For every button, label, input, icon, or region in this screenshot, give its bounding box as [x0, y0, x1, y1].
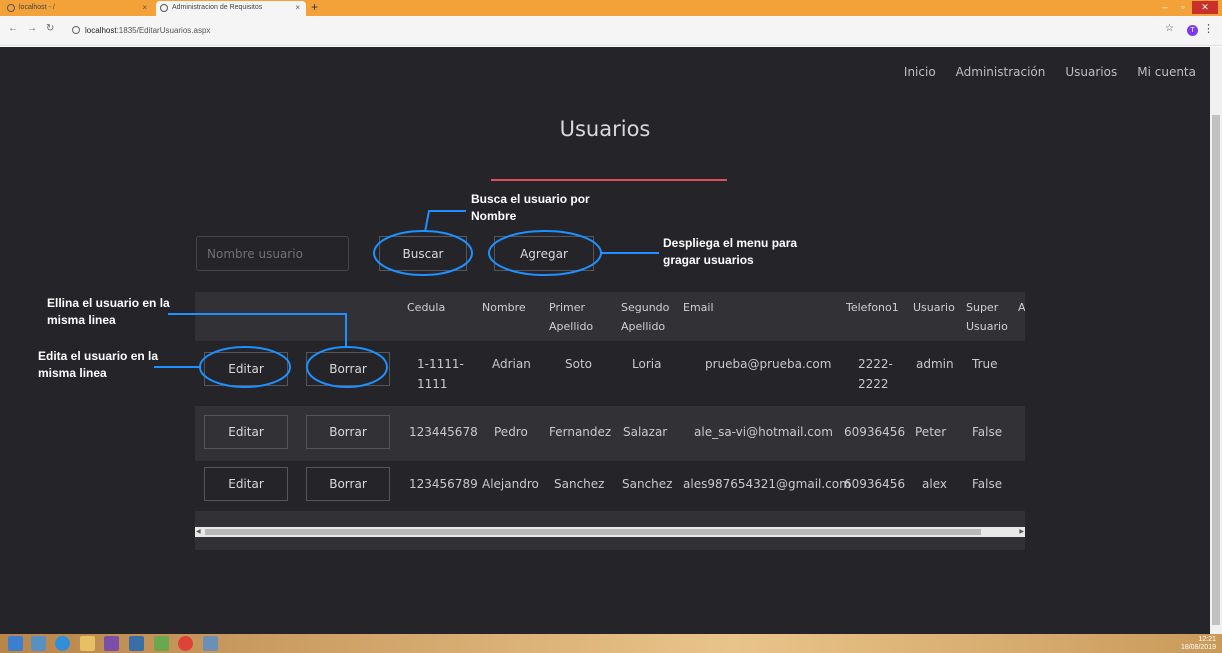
agregar-button[interactable]: Agregar	[494, 236, 594, 271]
bookmark-star-icon[interactable]: ☆	[1165, 23, 1174, 34]
header-usuario: Usuario	[913, 301, 955, 314]
table-header: Cedula Nombre Primer Apellido Segundo Apel…	[195, 292, 1025, 341]
cell-email: ales987654321@gmail.com	[683, 477, 851, 491]
cell-segundo-apellido: Loria	[632, 357, 662, 371]
cell-cedula: 123445678	[409, 425, 478, 439]
nav-mi-cuenta[interactable]: Mi cuenta	[1137, 65, 1196, 79]
address-bar: ← → ↻ localhost:1835/EditarUsuarios.aspx…	[0, 16, 1222, 46]
cell-super-usuario: True	[972, 357, 998, 371]
explorer-app-icon[interactable]	[31, 636, 46, 651]
scroll-left-icon[interactable]: ◀	[196, 528, 201, 535]
borrar-button[interactable]: Borrar	[306, 352, 390, 386]
cell-email: prueba@prueba.com	[705, 357, 832, 371]
buscar-annotation: Busca el usuario por Nombre	[471, 192, 590, 223]
table-row: Editar Borrar 123445678 Pedro Fernandez …	[195, 406, 1025, 461]
header-email: Email	[683, 301, 714, 314]
info-icon[interactable]	[72, 26, 80, 34]
scrollbar-thumb[interactable]	[1212, 115, 1220, 625]
network-app-icon[interactable]	[203, 636, 218, 651]
reload-icon[interactable]: ↻	[46, 23, 54, 34]
scroll-right-icon[interactable]: ▶	[1019, 528, 1024, 535]
tab-administracion[interactable]: Administracion de Requisitos ×	[156, 1, 306, 16]
paint-app-icon[interactable]	[154, 636, 169, 651]
cell-primer-apellido: Sanchez	[554, 477, 605, 491]
header-super-usuario: Super Usuario	[966, 301, 1008, 333]
buscar-button[interactable]: Buscar	[379, 236, 467, 271]
vertical-scrollbar[interactable]	[1210, 47, 1222, 634]
title-underline	[491, 179, 727, 181]
cell-primer-apellido: Fernandez	[549, 425, 612, 439]
close-tab-icon[interactable]: ×	[295, 1, 300, 15]
new-tab-button[interactable]: +	[311, 0, 318, 15]
browser-tab-bar: localhost - / × Administracion de Requis…	[0, 0, 1222, 16]
globe-icon	[160, 4, 168, 12]
borrar-button[interactable]: Borrar	[306, 467, 390, 501]
cell-telefono: 60936456	[844, 477, 906, 491]
cell-primer-apellido: Soto	[565, 357, 593, 371]
tab-label: Administracion de Requisitos	[172, 4, 263, 11]
tab-label: localhost - /	[19, 4, 55, 11]
editar-button[interactable]: Editar	[204, 352, 288, 386]
cell-telefono: 2222- 2222	[858, 357, 893, 391]
editar-button[interactable]: Editar	[204, 467, 288, 501]
cell-telefono: 60936456	[844, 425, 906, 439]
system-tray-clock[interactable]: 12:21 18/08/2019	[1181, 636, 1216, 652]
nav-inicio[interactable]: Inicio	[904, 65, 936, 79]
close-window-icon[interactable]: ✕	[1192, 1, 1218, 14]
borrar-button[interactable]: Borrar	[306, 415, 390, 449]
cell-email: ale_sa-vi@hotmail.com	[694, 425, 833, 439]
sql-server-icon[interactable]	[129, 636, 144, 651]
horizontal-scrollbar[interactable]: ◀ ▶	[195, 527, 1025, 537]
header-primer-apellido: Primer Apellido	[549, 301, 594, 333]
cell-cedula: 123456789	[409, 477, 478, 491]
page-body: Inicio Administración Usuarios Mi cuenta…	[0, 47, 1210, 634]
cell-cedula: 1-1111- 1111	[417, 357, 464, 391]
chrome-app-icon[interactable]	[178, 636, 193, 651]
cell-usuario: Peter	[915, 425, 947, 439]
editar-annotation: Edita el usuario en la misma linea	[38, 349, 159, 380]
header-extra: A	[1018, 301, 1025, 314]
top-navigation: Inicio Administración Usuarios Mi cuenta	[904, 65, 1196, 79]
cell-usuario: admin	[916, 357, 954, 371]
header-nombre: Nombre	[482, 301, 526, 314]
table-row: Editar Borrar 123456789 Alejandro Sanche…	[195, 461, 1025, 511]
cell-nombre: Pedro	[494, 425, 528, 439]
scrollbar-thumb[interactable]	[205, 529, 981, 535]
cell-nombre: Alejandro	[482, 477, 539, 491]
globe-icon	[7, 4, 15, 12]
maximize-icon[interactable]: ▫	[1174, 1, 1192, 14]
editar-button[interactable]: Editar	[204, 415, 288, 449]
cell-segundo-apellido: Sanchez	[622, 477, 673, 491]
search-input[interactable]	[196, 236, 349, 271]
windows-start-icon[interactable]	[8, 636, 23, 651]
page-title: Usuarios	[559, 117, 651, 141]
cell-usuario: alex	[922, 477, 947, 491]
visual-studio-icon[interactable]	[104, 636, 119, 651]
agregar-annotation: Despliega el menu para gragar usuarios	[663, 236, 798, 267]
table-row: Editar Borrar 1-1111- 1111 Adrian Soto Lo…	[195, 341, 1025, 406]
header-cedula: Cedula	[407, 301, 446, 314]
header-telefono: Telefono1	[846, 301, 899, 314]
browser-menu-icon[interactable]: ⋮	[1203, 22, 1214, 35]
header-segundo-apellido: Segundo Apellido	[621, 301, 670, 333]
internet-explorer-icon[interactable]	[55, 636, 70, 651]
nav-usuarios[interactable]: Usuarios	[1065, 65, 1117, 79]
minimize-icon[interactable]: ‒	[1156, 1, 1174, 14]
close-tab-icon[interactable]: ×	[142, 1, 147, 15]
nav-administracion[interactable]: Administración	[956, 65, 1046, 79]
forward-icon[interactable]: →	[27, 23, 37, 34]
window-controls: ‒ ▫ ✕	[1156, 1, 1218, 15]
profile-avatar[interactable]: T	[1187, 25, 1198, 36]
users-table: Cedula Nombre Primer Apellido Segundo Apel…	[195, 292, 1025, 550]
cell-super-usuario: False	[972, 477, 1003, 491]
borrar-annotation: Ellina el usuario en la misma linea	[47, 296, 170, 327]
back-icon[interactable]: ←	[8, 23, 18, 34]
file-explorer-icon[interactable]	[80, 636, 95, 651]
windows-taskbar: 12:21 18/08/2019	[0, 634, 1222, 653]
url-field[interactable]: localhost:1835/EditarUsuarios.aspx	[85, 26, 210, 35]
cell-nombre: Adrian	[492, 357, 531, 371]
cell-super-usuario: False	[972, 425, 1003, 439]
cell-segundo-apellido: Salazar	[623, 425, 668, 439]
tab-localhost[interactable]: localhost - / ×	[3, 1, 153, 16]
